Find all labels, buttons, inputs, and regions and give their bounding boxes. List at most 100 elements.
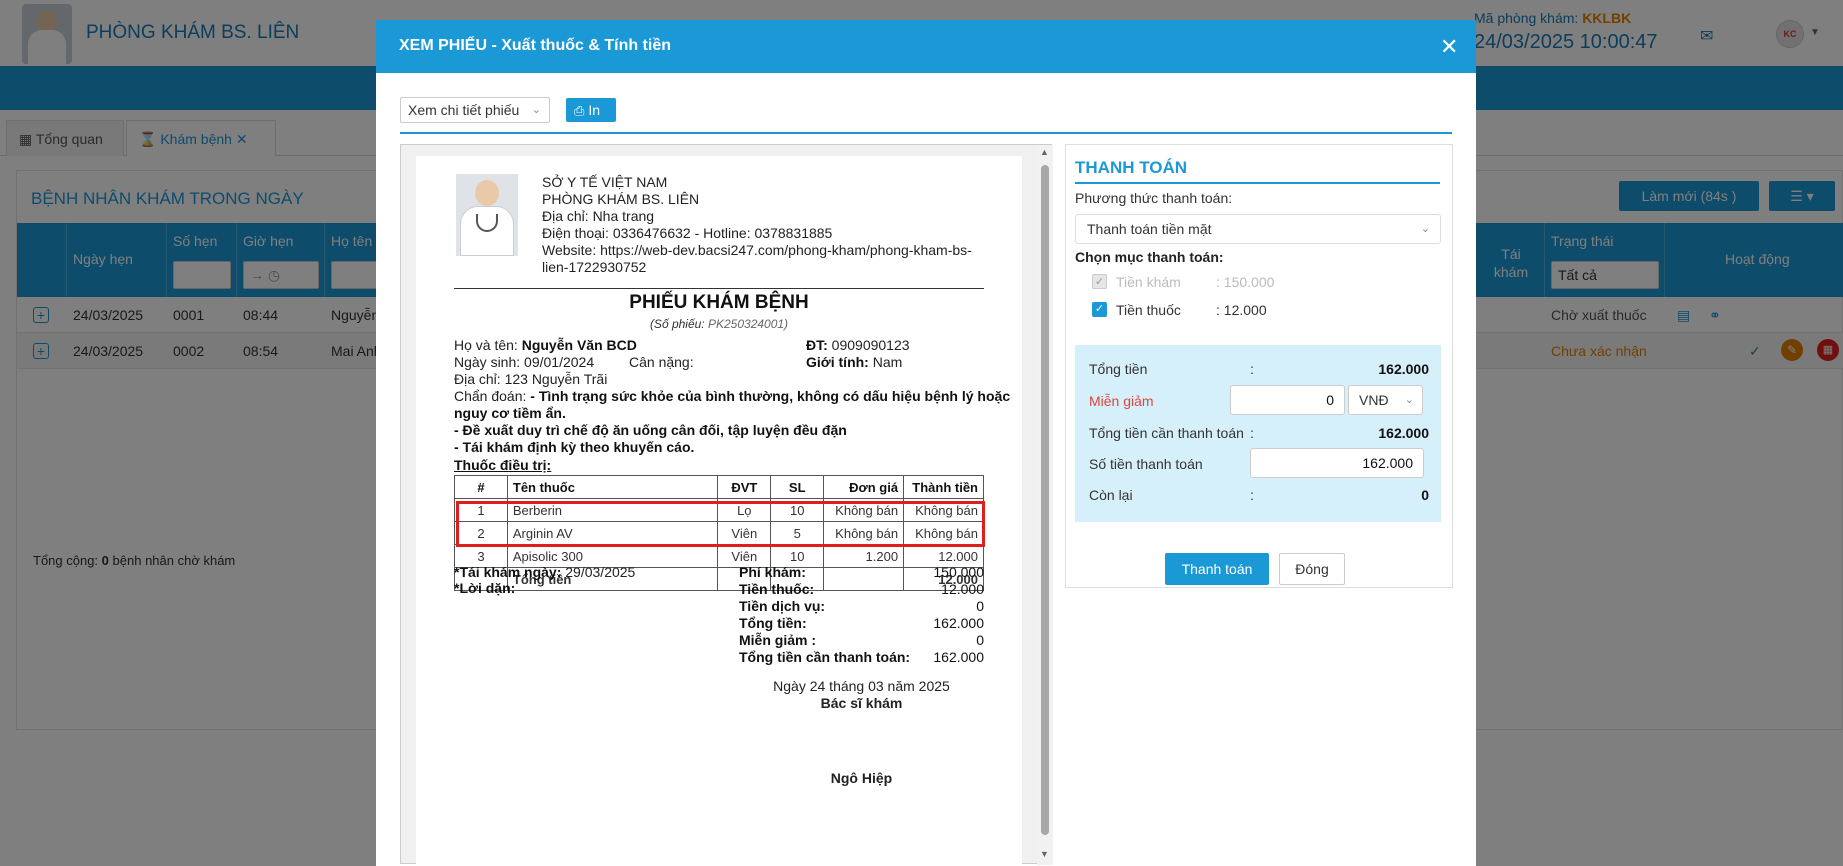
print-label: In [588,102,601,118]
diagnosis-line: - Đề xuất duy trì chế độ ăn uống cân đối… [454,422,847,438]
due-label: Tổng tiền cần thanh toán [1089,425,1244,441]
receipt-number: (Số phiếu: PK250324001) [416,317,1022,331]
receipt-title: PHIẾU KHÁM BỆNH [629,292,809,313]
pay-button[interactable]: Thanh toán [1165,553,1269,585]
payment-method-select[interactable]: Thanh toán tiền mặt ⌄ [1075,214,1441,244]
print-button[interactable]: ⎙ In [566,98,616,122]
discount-input[interactable]: 0 [1230,385,1345,415]
diagnosis-label: Chẩn đoán: [454,388,527,404]
patient-dob-label: Ngày sinh: [454,354,521,370]
patient-name: Họ và tên: Nguyễn Văn BCD [454,337,637,353]
summary-value: 12.000 [941,581,984,597]
diagnosis-line: nguy cơ tiềm ẩn. [454,405,566,421]
diagnosis-line: - Tái khám định kỳ theo khuyến cáo. [454,439,694,455]
col-unit: ĐVT [717,475,772,499]
payment-panel: THANH TOÁN Phương thức thanh toán: Thanh… [1065,144,1453,588]
payment-items-label: Chọn mục thanh toán: [1075,249,1224,265]
exam-fee-value: : 150.000 [1216,274,1275,290]
diagnosis: Chẩn đoán: - Tình trạng sức khỏe của bìn… [454,388,1010,404]
remain-value: 0 [1421,487,1429,503]
advice-label: *Lời dặn: [454,580,515,596]
modal-title: XEM PHIẾU - Xuất thuốc & Tính tiền [399,37,671,54]
medicine-header-row: # Tên thuốc ĐVT SL Đơn giá Thành tiền [454,475,984,499]
receipt-website: Website: https://web-dev.bacsi247.com/ph… [542,242,972,258]
chevron-down-icon: ⌄ [1404,394,1414,406]
discount-label: Miễn giảm [1089,393,1154,409]
paid-label: Số tiền thanh toán [1089,456,1203,472]
receipt-clinic: PHÒNG KHÁM BS. LIÊN [542,191,700,207]
patient-phone-label: ĐT: [806,337,828,353]
revisit-date: *Tái khám ngày: 29/03/2025 [454,564,635,580]
patient-gender-label: Giới tính: [806,354,869,370]
diagnosis-line: - Tình trạng sức khỏe của bình thường, k… [530,388,1011,404]
summary-label: Tổng tiền cần thanh toán: [739,649,911,665]
payment-title: THANH TOÁN [1075,158,1188,177]
paid-amount-input[interactable]: 162.000 [1250,448,1424,478]
summary-value: 0 [976,598,984,614]
doctor-photo [456,174,518,256]
advice-label-text: *Lời dặn: [454,580,516,596]
modal-header: XEM PHIẾU - Xuất thuốc & Tính tiền ✕ [376,20,1476,73]
receipt-number-value: PK250324001) [707,317,789,331]
diagnosis-text: - Đề xuất duy trì chế độ ăn uống cân đối… [454,422,847,438]
patient-address-label: Địa chỉ: [454,371,501,387]
med-price: 1.200 [823,544,905,568]
summary-value: 162.000 [933,649,984,665]
total-label: Tổng tiền [1089,361,1148,377]
col-price: Đơn giá [823,475,905,499]
summary-label: Miễn giảm : [739,632,817,648]
doctor-name: Ngô Hiệp [830,770,893,786]
summary-label: Phí khám: [739,564,806,580]
receipt-number-label: (Số phiếu: [649,317,705,331]
receipt-dept: SỞ Y TẾ VIỆT NAM [542,174,668,190]
discount-unit-value: VNĐ [1359,392,1389,408]
exam-fee-checkbox: ✓ [1092,274,1107,289]
summary-value: 150.000 [933,564,984,580]
total-value: 162.000 [1378,361,1429,377]
revisit-label: *Tái khám ngày: [454,564,562,580]
patient-gender-value: Nam [872,354,903,370]
remain-label: Còn lại [1089,487,1133,503]
view-mode-select[interactable]: Xem chi tiết phiếu ⌄ [400,97,550,123]
medicine-fee-checkbox[interactable]: ✓ [1092,302,1107,317]
diagnosis-text: - Tái khám định kỳ theo khuyến cáo. [454,439,695,455]
medicine-section-title: Thuốc điều trị: [454,457,552,473]
viewer-scrollbar[interactable]: ▲ ▼ [1037,145,1053,865]
med-total-spacer [823,567,905,591]
sign-title: Bác sĩ khám [820,695,903,711]
summary-label: Tiền thuốc: [739,581,815,597]
medicine-fee-value: : 12.000 [1216,302,1267,318]
summary-label: Tiền dịch vụ: [739,598,826,614]
patient-name-value: Nguyễn Văn BCD [521,337,637,353]
patient-phone: ĐT: 0909090123 [806,337,910,353]
receipt-phone: Điện thoại: 0336476632 - Hotline: 037883… [542,225,833,241]
toolbar-divider [400,132,1452,134]
exam-fee-label: Tiền khám [1116,274,1181,290]
scrollbar-thumb[interactable] [1041,165,1049,835]
scroll-down-icon[interactable]: ▼ [1040,849,1049,859]
payment-method-value: Thanh toán tiền mặt [1087,221,1212,237]
remain-colon: : [1250,487,1254,503]
highlight-box [456,501,985,547]
patient-gender: Giới tính: Nam [806,354,902,370]
receipt-address: Địa chỉ: Nha trang [542,208,655,224]
close-button[interactable]: Đóng [1279,553,1345,585]
receipt-website-cont: lien-1722930752 [542,259,647,275]
total-colon: : [1250,361,1254,377]
patient-dob-value: 09/01/2024 [524,354,595,370]
close-icon[interactable]: ✕ [1440,34,1458,60]
discount-unit-select[interactable]: VNĐ ⌄ [1348,385,1423,415]
col-amount: Thành tiền [903,475,984,499]
receipt-page: SỞ Y TẾ VIỆT NAM PHÒNG KHÁM BS. LIÊN Địa… [416,156,1022,865]
patient-address: Địa chỉ: 123 Nguyễn Trãi [454,371,607,387]
scroll-up-icon[interactable]: ▲ [1040,147,1049,157]
payment-summary: Tổng tiền : 162.000 Miễn giảm 0 VNĐ ⌄ Tổn… [1075,345,1441,522]
col-no: # [454,475,508,499]
summary-value: 162.000 [933,615,984,631]
printer-icon: ⎙ [574,103,585,118]
receipt-viewer[interactable]: SỞ Y TẾ VIỆT NAM PHÒNG KHÁM BS. LIÊN Địa… [400,144,1053,865]
payment-method-label: Phương thức thanh toán: [1075,190,1233,206]
view-mode-value: Xem chi tiết phiếu [408,102,520,118]
patient-weight-label: Cân nặng: [629,354,694,370]
revisit-value: 29/03/2025 [565,564,636,580]
